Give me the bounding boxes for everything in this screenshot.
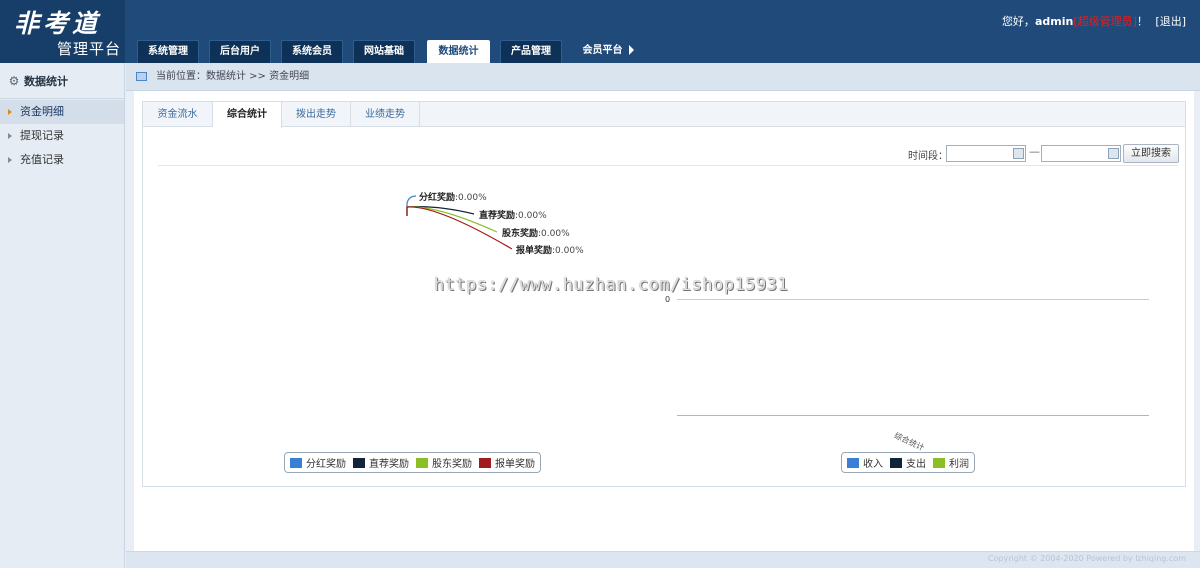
copyright-text: Copyright © 2004-2020 Powered by lzhiqin… [987,554,1186,563]
slice-value: :0.00% [455,193,487,203]
calendar-icon[interactable] [1013,148,1024,159]
slice-name: 分红奖励 [419,193,456,203]
legend-label: 收入 [863,459,883,470]
location-icon [136,71,147,81]
legend-swatch [479,457,491,468]
y-tick-label: 0 [665,295,671,304]
legend-swatch [847,457,859,468]
tab-payout-trend[interactable]: 拨出走势 [282,102,351,127]
calendar-icon[interactable] [1108,148,1119,159]
legend-item[interactable]: 分红奖励 [290,455,346,470]
slice-value: :0.00% [538,229,570,239]
slice-value: :0.00% [515,211,547,221]
date-separator: — [1029,145,1040,158]
legend-item[interactable]: 利润 [933,455,969,470]
legend-item[interactable]: 报单奖励 [479,455,535,470]
legend-item[interactable]: 支出 [890,455,926,470]
legend-label: 支出 [906,459,926,470]
sidebar: ⚙ 数据统计 资金明细 提现记录 充值记录 [0,63,125,568]
legend-swatch [933,457,945,468]
breadcrumb-text: 当前位置：数据统计 >> 资金明细 [156,71,310,82]
logout-link[interactable]: [退出] [1155,15,1186,28]
legend-label: 利润 [949,459,969,470]
legend-item[interactable]: 股东奖励 [416,455,472,470]
slice-name: 报单奖励 [516,246,553,256]
slice-value: :0.00% [552,246,584,256]
watermark-text: https://www.huzhan.com/ishop15931 [434,275,789,295]
sidebar-item-label: 充值记录 [20,153,64,166]
nav-tab-site-basics[interactable]: 网站基础 [353,40,415,63]
legend-swatch [290,457,302,468]
pie-slice-label: 报单奖励:0.00% [516,243,584,256]
sidebar-title-label: 数据统计 [24,75,68,88]
sidebar-title: ⚙ 数据统计 [0,63,124,99]
user-bar: 您好，admin[超级管理员]！ [退出] [1002,13,1186,29]
slice-name: 直荐奖励 [479,211,516,221]
caret-right-icon [8,133,12,139]
legend-swatch [890,457,902,468]
main-content: 资金流水 综合统计 拨出走势 业绩走势 时间段： — 立即搜索 [134,91,1194,551]
nav-tab-admin-users[interactable]: 后台用户 [209,40,271,63]
pie-legend: 分红奖励 直荐奖励 股东奖励 报单奖励 [284,452,541,473]
breadcrumb: 当前位置：数据统计 >> 资金明细 [126,63,1200,91]
sidebar-item-recharges[interactable]: 充值记录 [0,148,124,172]
legend-label: 报单奖励 [495,459,535,470]
username: admin [1034,15,1074,28]
search-row: 时间段： — 立即搜索 [158,140,1179,166]
slice-name: 股东奖励 [502,229,539,239]
arrow-right-icon [628,45,634,55]
logo-title: 非考道 [14,9,102,38]
caret-right-icon [8,157,12,163]
nav-tab-member-platform-label: 会员平台 [582,45,623,56]
search-button[interactable]: 立即搜索 [1123,144,1179,163]
logo-subtitle: 管理平台 [57,40,122,58]
top-header: 非考道 管理平台 您好，admin[超级管理员]！ [退出] 系统管理 后台用户… [0,0,1200,63]
sidebar-item-withdrawals[interactable]: 提现记录 [0,124,124,148]
legend-item[interactable]: 直荐奖励 [353,455,409,470]
legend-label: 分红奖励 [306,459,346,470]
tab-overall-stats[interactable]: 综合统计 [213,102,282,128]
legend-label: 直荐奖励 [369,459,409,470]
tab-fund-flow[interactable]: 资金流水 [143,102,213,127]
y-gridline [677,299,1149,300]
tab-bar: 资金流水 综合统计 拨出走势 业绩走势 [143,102,1185,128]
pie-slice-label: 股东奖励:0.00% [502,226,570,239]
nav-tab-system[interactable]: 系统管理 [137,40,199,63]
logo: 非考道 管理平台 [0,0,125,63]
greeting-exclaim: ！ [1136,15,1148,28]
footer: Copyright © 2004-2020 Powered by lzhiqin… [126,551,1200,568]
nav-tab-products[interactable]: 产品管理 [500,40,562,63]
x-axis [677,415,1149,416]
pie-slice-label: 直荐奖励:0.00% [479,208,547,221]
gear-icon: ⚙ [8,74,20,88]
tab-performance-trend[interactable]: 业绩走势 [351,102,420,127]
bar-legend: 收入 支出 利润 [841,452,975,473]
legend-swatch [416,457,428,468]
sidebar-item-label: 资金明细 [20,105,64,118]
greeting-text: 您好， [1001,15,1035,28]
user-role: [超级管理员] [1073,15,1137,28]
time-range-label: 时间段： [908,151,948,162]
legend-swatch [353,457,365,468]
sidebar-item-label: 提现记录 [20,129,64,142]
sidebar-item-fund-details[interactable]: 资金明细 [0,100,124,124]
legend-label: 股东奖励 [432,459,472,470]
nav-tab-member-platform[interactable]: 会员平台 [573,40,643,63]
caret-right-icon [8,109,12,115]
pie-slice-label: 分红奖励:0.00% [419,190,487,203]
legend-item[interactable]: 收入 [847,455,883,470]
nav-tab-statistics[interactable]: 数据统计 [427,40,490,63]
nav-tab-members[interactable]: 系统会员 [281,40,343,63]
